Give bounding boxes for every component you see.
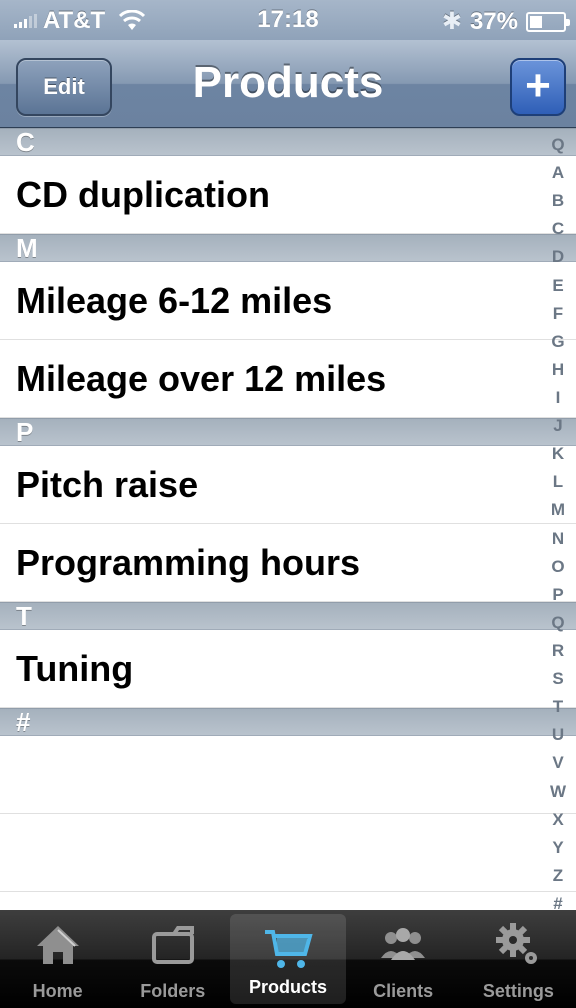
tab-bar: Home Folders Products Clients Settings — [0, 910, 576, 1008]
index-letter[interactable]: U — [552, 726, 564, 743]
page-title: Products — [192, 58, 384, 107]
bluetooth-icon: ✱ — [441, 8, 462, 35]
index-letter[interactable]: I — [556, 389, 561, 406]
index-letter[interactable]: F — [553, 305, 563, 322]
section-header: T — [0, 602, 576, 630]
index-letter[interactable]: O — [551, 558, 564, 575]
tab-home[interactable]: Home — [0, 910, 115, 1008]
list-item[interactable]: Tuning — [0, 630, 576, 708]
index-letter[interactable]: A — [552, 164, 564, 181]
people-icon — [378, 920, 428, 970]
battery-fill — [530, 15, 542, 28]
index-letter[interactable]: Q — [551, 614, 564, 631]
index-letter[interactable]: T — [553, 698, 563, 715]
tab-label: Folders — [140, 981, 206, 1001]
index-letter[interactable]: E — [552, 277, 563, 294]
tab-products[interactable]: Products — [230, 914, 346, 1004]
index-search-entry[interactable]: Q — [551, 136, 564, 153]
index-letter[interactable]: K — [552, 445, 564, 462]
navigation-bar: Edit Products + — [0, 40, 576, 128]
section-header: C — [0, 128, 576, 156]
empty-row — [0, 814, 576, 892]
index-letter[interactable]: G — [551, 333, 564, 350]
section-header: P — [0, 418, 576, 446]
gear-icon — [493, 920, 543, 970]
index-letter[interactable]: B — [552, 192, 564, 209]
list-item[interactable]: Pitch raise — [0, 446, 576, 524]
battery-icon — [526, 11, 570, 32]
status-bar: AT&T 17:18 ✱ 37% — [0, 0, 576, 40]
status-right: ✱ 37% — [441, 7, 570, 36]
index-letter[interactable]: W — [550, 783, 566, 800]
empty-row — [0, 892, 576, 909]
tab-label: Clients — [373, 981, 434, 1001]
tab-label: Settings — [482, 981, 554, 1001]
section-index[interactable]: Q A B C D E F G H I J K L M N O P Q R S T U V W X Y Z # — [540, 136, 576, 912]
index-letter[interactable]: M — [551, 501, 565, 518]
tab-label: Products — [248, 977, 327, 997]
index-letter[interactable]: N — [552, 530, 564, 547]
product-list[interactable]: C CD duplication M Mileage 6-12 miles Mileag… — [0, 128, 576, 909]
section-header: # — [0, 708, 576, 736]
tab-settings[interactable]: Settings — [461, 910, 576, 1008]
index-letter[interactable]: D — [552, 248, 564, 265]
list-item[interactable]: Mileage over 12 miles — [0, 340, 576, 418]
index-letter[interactable]: P — [552, 586, 563, 603]
tab-label: Home — [32, 981, 83, 1001]
index-letter[interactable]: L — [553, 473, 563, 490]
index-letter[interactable]: V — [552, 754, 563, 771]
index-letter[interactable]: Y — [552, 839, 563, 856]
index-letter[interactable]: X — [552, 811, 563, 828]
index-letter[interactable]: R — [552, 642, 564, 659]
index-letter[interactable]: H — [552, 361, 564, 378]
index-letter[interactable]: J — [553, 417, 562, 434]
folder-icon — [148, 920, 198, 970]
index-letter[interactable]: C — [552, 220, 564, 237]
home-icon — [33, 920, 83, 970]
list-item[interactable]: CD duplication — [0, 156, 576, 234]
index-letter[interactable]: Z — [553, 867, 563, 884]
list-item[interactable]: Mileage 6-12 miles — [0, 262, 576, 340]
cart-icon — [263, 924, 313, 974]
section-header: M — [0, 234, 576, 262]
tab-clients[interactable]: Clients — [346, 910, 461, 1008]
list-item[interactable]: Programming hours — [0, 524, 576, 602]
add-product-button[interactable]: + — [510, 58, 566, 116]
empty-row — [0, 736, 576, 814]
tab-folders[interactable]: Folders — [115, 910, 230, 1008]
index-letter[interactable]: S — [552, 670, 563, 687]
battery-percent: 37% — [469, 7, 518, 35]
